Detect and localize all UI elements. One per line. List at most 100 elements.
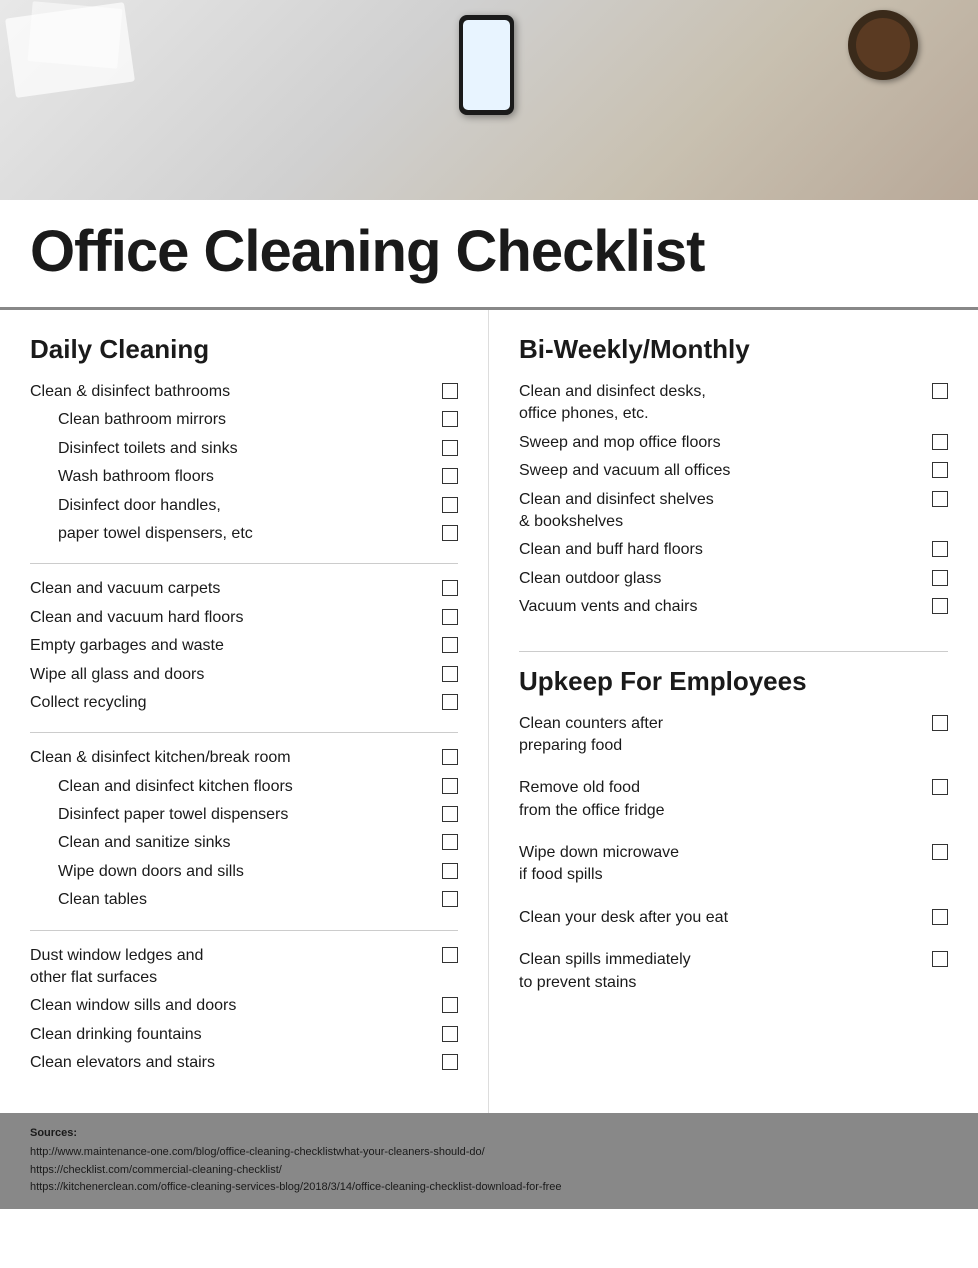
- list-item: Sweep and vacuum all offices: [519, 460, 948, 482]
- list-item: Clean drinking fountains: [30, 1024, 458, 1046]
- checkbox[interactable]: [442, 497, 458, 513]
- list-item: Clean elevators and stairs: [30, 1052, 458, 1074]
- checkbox[interactable]: [932, 909, 948, 925]
- list-item: Clean and vacuum carpets: [30, 578, 458, 600]
- checkbox[interactable]: [442, 997, 458, 1013]
- list-item: Clean and disinfect desks,office phones,…: [519, 381, 948, 426]
- checkbox[interactable]: [442, 609, 458, 625]
- sub-items-bathrooms: Clean bathroom mirrors Disinfect toilets…: [30, 409, 458, 545]
- checkbox[interactable]: [442, 580, 458, 596]
- item-label: Wipe down doors and sills: [58, 861, 442, 883]
- list-item: Clean outdoor glass: [519, 568, 948, 590]
- checkbox[interactable]: [932, 779, 948, 795]
- divider: [30, 563, 458, 564]
- item-label: Sweep and vacuum all offices: [519, 460, 932, 482]
- list-item: Empty garbages and waste: [30, 635, 458, 657]
- item-label: Clean tables: [58, 889, 442, 911]
- item-label: Clean bathroom mirrors: [58, 409, 442, 431]
- list-item: paper towel dispensers, etc: [58, 523, 458, 545]
- item-label: Clean & disinfect bathrooms: [30, 381, 442, 403]
- checkbox[interactable]: [442, 863, 458, 879]
- phone-decoration: [459, 15, 514, 115]
- item-label: Wipe all glass and doors: [30, 664, 442, 686]
- checkbox[interactable]: [442, 666, 458, 682]
- hero-image: [0, 0, 978, 200]
- item-label: Dust window ledges andother flat surface…: [30, 945, 442, 990]
- list-item: Wipe all glass and doors: [30, 664, 458, 686]
- item-label: Wipe down microwaveif food spills: [519, 842, 932, 887]
- checkbox[interactable]: [442, 1054, 458, 1070]
- title-bar: Office Cleaning Checklist: [0, 200, 978, 310]
- item-label: Clean drinking fountains: [30, 1024, 442, 1046]
- list-item: Clean & disinfect kitchen/break room: [30, 747, 458, 769]
- item-label: Clean & disinfect kitchen/break room: [30, 747, 442, 769]
- item-label: Disinfect toilets and sinks: [58, 438, 442, 460]
- item-label: Clean spills immediatelyto prevent stain…: [519, 949, 932, 994]
- checkbox[interactable]: [442, 834, 458, 850]
- item-label: Clean and disinfect desks,office phones,…: [519, 381, 932, 426]
- item-label: Wash bathroom floors: [58, 466, 442, 488]
- list-item: Clean tables: [58, 889, 458, 911]
- biweekly-section: Bi-Weekly/Monthly Clean and disinfect de…: [519, 334, 948, 619]
- footer: Sources: http://www.maintenance-one.com/…: [0, 1113, 978, 1209]
- list-item: Collect recycling: [30, 692, 458, 714]
- item-label: Clean and vacuum hard floors: [30, 607, 442, 629]
- item-label: Empty garbages and waste: [30, 635, 442, 657]
- list-item: Clean your desk after you eat: [519, 907, 948, 929]
- list-item: Dust window ledges andother flat surface…: [30, 945, 458, 990]
- list-item: Clean & disinfect bathrooms: [30, 381, 458, 403]
- main-content: Daily Cleaning Clean & disinfect bathroo…: [0, 310, 978, 1113]
- checkbox[interactable]: [932, 951, 948, 967]
- divider: [519, 651, 948, 652]
- source-link-2: https://checklist.com/commercial-cleanin…: [30, 1162, 948, 1180]
- general-group: Clean and vacuum carpets Clean and vacuu…: [30, 578, 458, 714]
- checkbox[interactable]: [932, 541, 948, 557]
- checkbox[interactable]: [442, 525, 458, 541]
- checkbox[interactable]: [442, 411, 458, 427]
- bathrooms-group: Clean & disinfect bathrooms Clean bathro…: [30, 381, 458, 545]
- list-item: Clean and disinfect kitchen floors: [58, 776, 458, 798]
- checkbox[interactable]: [932, 462, 948, 478]
- left-column: Daily Cleaning Clean & disinfect bathroo…: [0, 310, 489, 1113]
- checkbox[interactable]: [442, 440, 458, 456]
- list-item: Clean and disinfect shelves& bookshelves: [519, 489, 948, 534]
- list-item: Vacuum vents and chairs: [519, 596, 948, 618]
- checkbox[interactable]: [442, 383, 458, 399]
- item-label: Vacuum vents and chairs: [519, 596, 932, 618]
- checkbox[interactable]: [442, 778, 458, 794]
- checkbox[interactable]: [442, 1026, 458, 1042]
- checkbox[interactable]: [932, 715, 948, 731]
- checkbox[interactable]: [932, 383, 948, 399]
- list-item: Sweep and mop office floors: [519, 432, 948, 454]
- checkbox[interactable]: [442, 749, 458, 765]
- source-link-3: https://kitchenerclean.com/office-cleani…: [30, 1179, 948, 1197]
- checkbox[interactable]: [442, 468, 458, 484]
- kitchen-group: Clean & disinfect kitchen/break room Cle…: [30, 747, 458, 911]
- checkbox[interactable]: [932, 491, 948, 507]
- list-item: Clean and vacuum hard floors: [30, 607, 458, 629]
- checkbox[interactable]: [932, 598, 948, 614]
- list-item: Clean bathroom mirrors: [58, 409, 458, 431]
- item-label: Clean and disinfect shelves& bookshelves: [519, 489, 932, 534]
- checkbox[interactable]: [932, 434, 948, 450]
- checkbox[interactable]: [932, 844, 948, 860]
- item-label: Clean and disinfect kitchen floors: [58, 776, 442, 798]
- checkbox[interactable]: [442, 637, 458, 653]
- checkbox[interactable]: [442, 891, 458, 907]
- coffee-decoration: [848, 10, 918, 80]
- item-label: Clean window sills and doors: [30, 995, 442, 1017]
- item-label: Clean and buff hard floors: [519, 539, 932, 561]
- divider: [30, 930, 458, 931]
- list-item: Clean counters afterpreparing food: [519, 713, 948, 758]
- checkbox[interactable]: [442, 947, 458, 963]
- checkbox[interactable]: [442, 806, 458, 822]
- checkbox[interactable]: [932, 570, 948, 586]
- biweekly-title: Bi-Weekly/Monthly: [519, 334, 948, 365]
- item-label: Clean and sanitize sinks: [58, 832, 442, 854]
- checkbox[interactable]: [442, 694, 458, 710]
- item-label: Disinfect door handles,: [58, 495, 442, 517]
- list-item: Wipe down doors and sills: [58, 861, 458, 883]
- list-item: Wash bathroom floors: [58, 466, 458, 488]
- list-item: Clean spills immediatelyto prevent stain…: [519, 949, 948, 994]
- item-label: Clean and vacuum carpets: [30, 578, 442, 600]
